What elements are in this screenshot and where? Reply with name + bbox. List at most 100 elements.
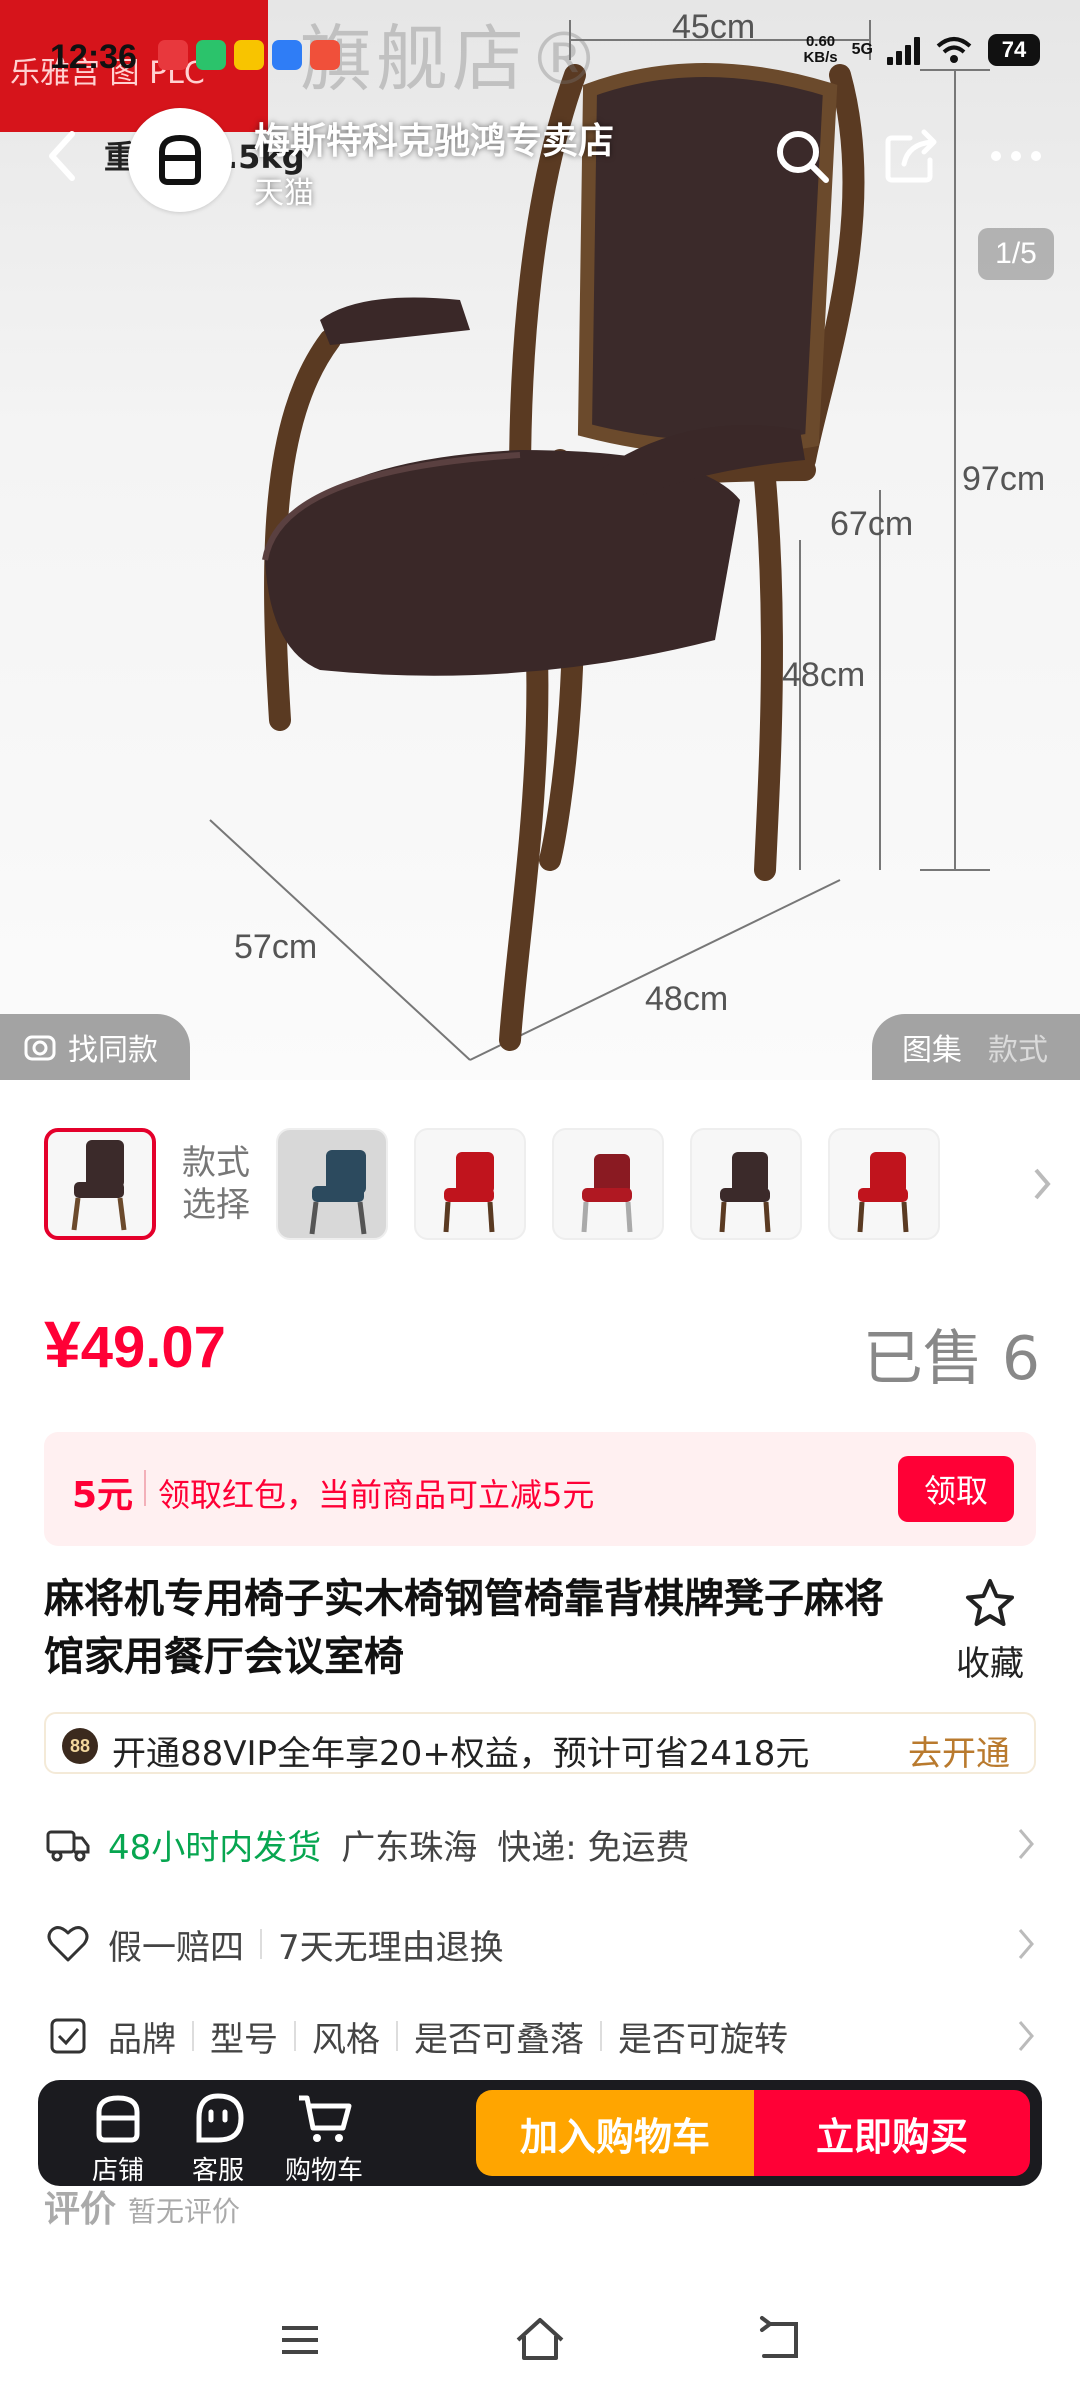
vip-badge-icon: 88 [62, 1728, 98, 1764]
chair-thumbnail-icon [719, 1152, 771, 1233]
network-type: 5G [851, 41, 873, 58]
guarantee-item-1: 假一赔四 [108, 1927, 244, 1968]
coupon-amount: 5元 [72, 1475, 134, 1516]
store-platform: 天猫 [254, 176, 314, 211]
camera-icon [24, 1035, 56, 1061]
claim-coupon-button[interactable]: 领取 [898, 1456, 1014, 1522]
chevron-right-icon [1018, 1929, 1034, 1959]
tab-styles[interactable]: 款式 [988, 1025, 1048, 1069]
tab-gallery[interactable]: 图集 [902, 1025, 962, 1069]
price-symbol: ¥ [44, 1307, 81, 1381]
vip-cta[interactable]: 去开通 [908, 1726, 1010, 1775]
find-same-button[interactable]: 找同款 [0, 1014, 190, 1080]
back-icon[interactable] [38, 126, 88, 186]
chair-thumbnail-icon [71, 1140, 127, 1231]
chevron-right-icon [1018, 2021, 1034, 2051]
vip-banner[interactable]: 88 开通88VIP全年享20+权益，预计可省2418元 去开通 [44, 1712, 1036, 1774]
dim-armrest-height: 67cm [830, 505, 913, 543]
cart-label: 购物车 [284, 2156, 363, 2186]
buy-now-button[interactable]: 立即购买 [754, 2090, 1030, 2176]
variant-thumb[interactable] [828, 1128, 940, 1240]
app-notification-icon [234, 40, 264, 70]
coupon-divider [144, 1470, 146, 1506]
guarantee-item-2: 7天无理由退换 [278, 1927, 504, 1968]
service-label: 客服 [191, 2156, 244, 2186]
guarantee-row[interactable]: 假一赔四 7天无理由退换 [44, 1914, 1036, 1974]
app-notification-icon [272, 40, 302, 70]
search-icon[interactable] [770, 124, 834, 188]
add-to-cart-button[interactable]: 加入购物车 [476, 2090, 754, 2176]
battery-indicator: 74 [988, 34, 1040, 66]
divider [600, 2021, 602, 2051]
system-nav-bar [0, 2280, 1080, 2400]
store-icon [96, 2095, 140, 2143]
price-value: 49.07 [80, 1315, 226, 1380]
shop-label: 店铺 [91, 2156, 144, 2186]
favorite-label: 收藏 [956, 1644, 1024, 1684]
dim-width-bottom: 48cm [645, 980, 728, 1018]
divider [260, 1929, 262, 1959]
store-name[interactable]: 梅斯特科克驰鸿专卖店 [254, 112, 614, 164]
menu-icon[interactable] [270, 2310, 330, 2370]
review-section-title: 评价 暂无评价 [44, 2189, 241, 2230]
variant-thumb[interactable] [552, 1128, 664, 1240]
share-icon[interactable] [880, 124, 944, 188]
shop-button[interactable]: 店铺 [68, 2090, 168, 2187]
store-avatar[interactable] [128, 108, 232, 212]
signal-icon [887, 35, 920, 65]
chevron-right-icon[interactable] [1030, 1164, 1054, 1204]
product-title: 麻将机专用椅子实木椅钢管椅靠背棋牌凳子麻将馆家用餐厅会议室椅 [44, 1576, 884, 1680]
coupon-banner[interactable]: 5元 领取红包，当前商品可立减5元 领取 [44, 1432, 1036, 1546]
sold-count: 已售 6 [862, 1324, 1040, 1394]
variant-thumb[interactable] [690, 1128, 802, 1240]
shipping-row[interactable]: 48小时内发货 广东珠海 快递: 免运费 [44, 1814, 1036, 1874]
heart-icon [47, 1926, 89, 1962]
variant-label: 款式选择 [182, 1143, 250, 1225]
cart-icon [299, 2095, 352, 2142]
dim-depth: 57cm [234, 928, 317, 966]
gallery-tabs: 图集 款式 [872, 1014, 1080, 1080]
shipping-express: 快递: 免运费 [497, 1827, 690, 1868]
divider [192, 2021, 194, 2051]
app-notification-icon [310, 40, 340, 70]
vip-text: 开通88VIP全年享20+权益，预计可省2418元 [112, 1734, 810, 1774]
shipping-origin: 广东珠海 [341, 1827, 478, 1868]
wifi-icon [936, 37, 972, 63]
chair-thumbnail-icon [443, 1152, 495, 1233]
app-notification-icon [158, 40, 188, 70]
customer-service-button[interactable]: 客服 [168, 2090, 268, 2187]
cart-button[interactable]: 购物车 [274, 2090, 374, 2187]
param-item-2: 型号 [210, 2019, 278, 2060]
favorite-button[interactable]: 收藏 [940, 1576, 1040, 1685]
chevron-right-icon [1018, 1829, 1034, 1859]
product-page: { "status_bar": { "time": "12:36", "net_… [0, 0, 1080, 2400]
net-speed: 0.60 KB/s [803, 33, 838, 66]
param-item-1: 品牌 [108, 2019, 176, 2060]
truck-icon [46, 1830, 90, 1862]
checkbox-icon [50, 2018, 86, 2054]
param-item-4: 是否可叠落 [414, 2019, 584, 2060]
variant-thumb[interactable] [276, 1128, 388, 1240]
coupon-text: 领取红包，当前商品可立减5元 [158, 1476, 595, 1514]
variant-thumb[interactable] [414, 1128, 526, 1240]
dim-height-total: 97cm [962, 460, 1045, 498]
phone-notification-icon [196, 40, 226, 70]
status-time: 12:36 [50, 38, 137, 76]
status-bar: 12:36 0.60 KB/s 5G 74 [0, 0, 1080, 110]
image-counter: 1/5 [978, 228, 1054, 280]
back-nav-icon[interactable] [750, 2310, 810, 2370]
status-right: 0.60 KB/s 5G 74 [803, 34, 1040, 66]
home-icon[interactable] [510, 2310, 570, 2370]
star-icon [966, 1579, 1014, 1626]
params-row[interactable]: 品牌 型号 风格 是否可叠落 是否可旋转 [44, 2006, 1036, 2066]
shipping-time: 48小时内发货 [108, 1827, 322, 1868]
variant-thumb[interactable] [44, 1128, 156, 1240]
chair-thumbnail-icon [857, 1152, 909, 1233]
notification-icons [158, 40, 340, 70]
param-item-5: 是否可旋转 [618, 2019, 788, 2060]
dim-seat-height: 48cm [782, 656, 865, 694]
divider [294, 2021, 296, 2051]
find-same-label: 找同款 [68, 1033, 158, 1068]
more-icon[interactable] [984, 124, 1048, 188]
chat-icon [196, 2093, 244, 2143]
